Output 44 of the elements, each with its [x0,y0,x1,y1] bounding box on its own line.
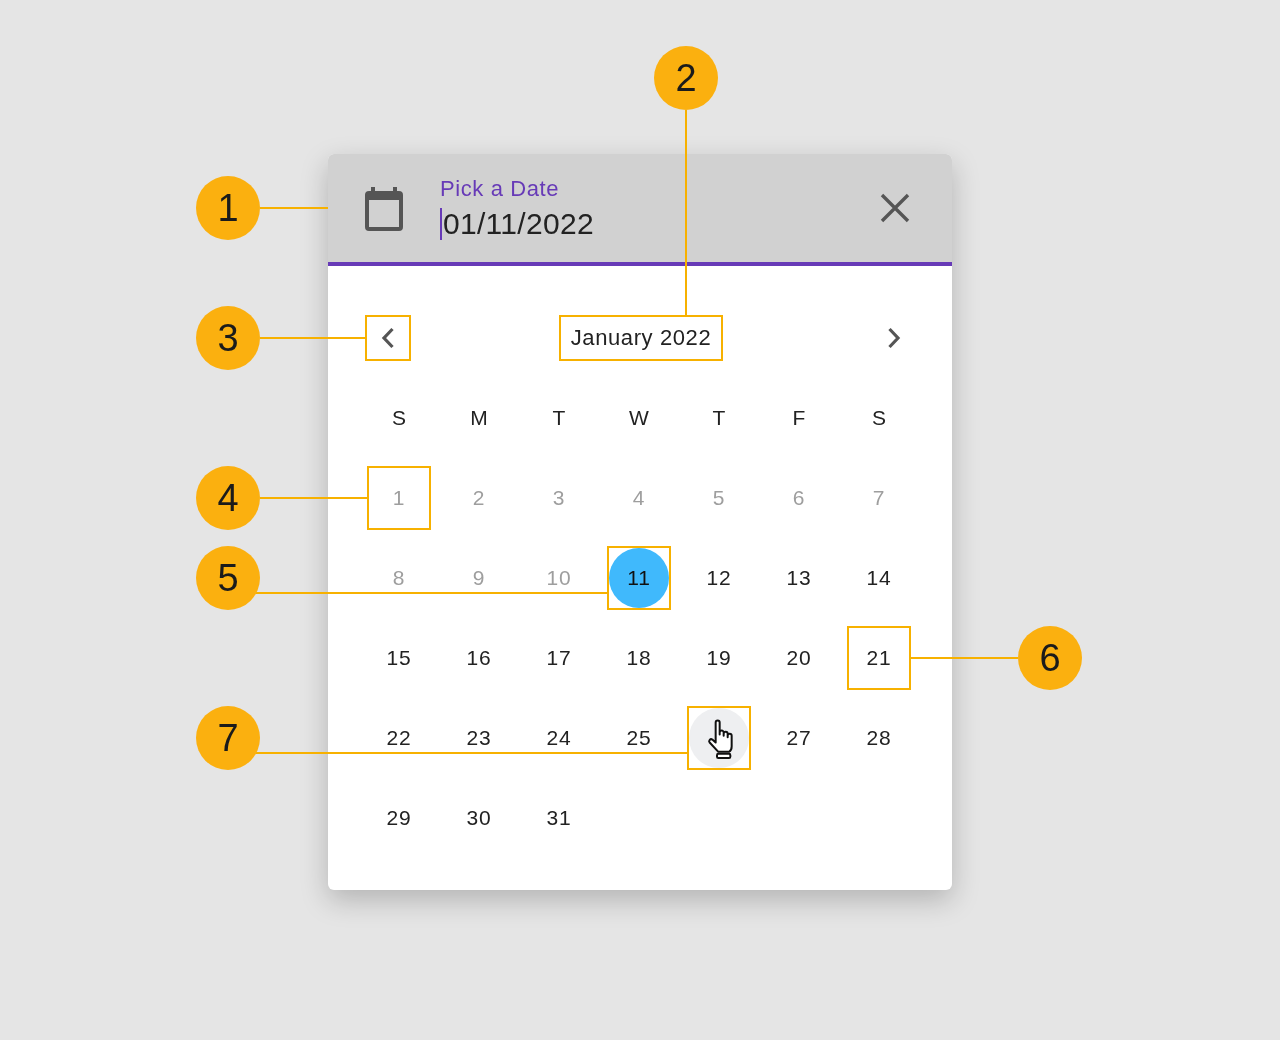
clear-button[interactable] [880,193,910,223]
month-year-label[interactable]: January 2022 [558,315,724,361]
day-button[interactable]: 24 [529,708,589,768]
leader-line [260,207,328,209]
day-button[interactable]: 27 [769,708,829,768]
date-value: 01/11/2022 [443,206,594,242]
field-label: Pick a Date [440,176,560,202]
day-button[interactable]: 28 [849,708,909,768]
weekday-label: S [391,405,407,431]
day-button[interactable]: 29 [369,788,429,848]
day-button[interactable]: 18 [609,628,669,688]
day-button[interactable]: 30 [449,788,509,848]
weekday-label: W [628,405,650,431]
date-field[interactable]: Pick a Date 01/11/2022 [328,154,952,266]
callout-number: 7 [196,706,260,770]
weekday-label: T [711,405,727,431]
day-button[interactable]: 31 [529,788,589,848]
weekday-label: M [469,405,489,431]
day-button[interactable]: 16 [449,628,509,688]
day-button[interactable]: 20 [769,628,829,688]
weekday-label: T [551,405,567,431]
callout-number: 1 [196,176,260,240]
day-button[interactable]: 11 [609,548,669,608]
weekday-label: S [871,405,887,431]
day-button[interactable]: 21 [849,628,909,688]
day-button[interactable]: 23 [449,708,509,768]
callout-number: 5 [196,546,260,610]
day-button[interactable]: 19 [689,628,749,688]
day-button[interactable]: 12 [689,548,749,608]
day-button[interactable]: 14 [849,548,909,608]
callout-number: 4 [196,466,260,530]
weekday-label: F [791,405,807,431]
chevron-right-icon[interactable] [887,327,901,349]
day-button[interactable]: 13 [769,548,829,608]
chevron-left-icon[interactable] [381,327,395,349]
callout-number: 6 [1018,626,1082,690]
day-button[interactable]: 25 [609,708,669,768]
day-button[interactable]: 17 [529,628,589,688]
callout-number: 2 [654,46,718,110]
callout-number: 3 [196,306,260,370]
day-button[interactable]: 22 [369,708,429,768]
calendar-icon [364,187,404,231]
day-button[interactable]: 15 [369,628,429,688]
highlight-box [365,315,411,361]
